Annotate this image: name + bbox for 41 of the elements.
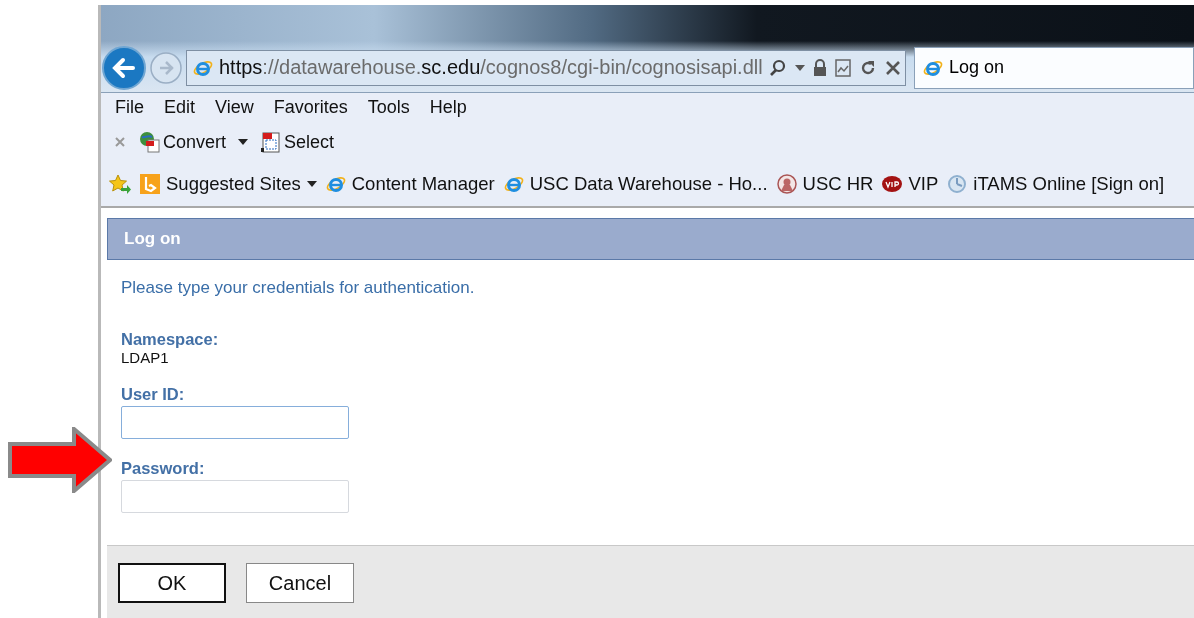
seal-icon xyxy=(776,173,797,194)
browser-tab[interactable]: Log on xyxy=(914,46,1194,89)
favorites-link[interactable]: Content Manager xyxy=(325,172,495,195)
globe-pdf-icon xyxy=(139,131,161,153)
menu-item[interactable]: View xyxy=(215,97,254,123)
lock-icon[interactable] xyxy=(812,58,827,77)
menu-item[interactable]: Tools xyxy=(367,97,410,123)
close-icon[interactable] xyxy=(884,59,901,76)
favorites-link[interactable]: USC Data Warehouse - Ho... xyxy=(503,172,768,195)
input-field[interactable] xyxy=(121,406,349,439)
address-bar[interactable]: https://datawarehouse.sc.edu/cognos8/cgi-bin/cognosisapi.dll xyxy=(186,49,906,86)
menu-item[interactable]: Favorites xyxy=(273,97,348,123)
menu-item[interactable]: Edit xyxy=(164,97,196,123)
menu-item[interactable]: Help xyxy=(429,97,467,123)
clock-icon xyxy=(947,173,968,194)
dialog-button[interactable]: OK xyxy=(118,563,226,603)
caret-icon[interactable] xyxy=(794,64,805,71)
namespace-value: LDAP1 xyxy=(121,350,170,366)
input-field[interactable] xyxy=(121,480,349,513)
favorites-link[interactable]: USC HR xyxy=(776,172,874,195)
favorites-link[interactable]: Suggested Sites xyxy=(140,172,317,195)
caret-icon[interactable] xyxy=(238,139,249,145)
instructions-text: Please type your credentials for authentication. xyxy=(121,279,476,297)
field-label: Namespace: xyxy=(121,330,220,348)
vip-logo-icon xyxy=(882,173,903,194)
back-button[interactable] xyxy=(102,45,146,90)
toolbar-button[interactable]: Convert xyxy=(139,131,227,153)
toolbar-button[interactable]: Select xyxy=(260,131,335,153)
field-label: Password: xyxy=(121,459,206,477)
dialog-button[interactable]: Cancel xyxy=(246,563,354,603)
favorites-star-icon[interactable] xyxy=(109,173,131,194)
field-label: User ID: xyxy=(121,385,186,403)
search-icon[interactable] xyxy=(768,58,787,77)
dialog-title: Log on xyxy=(124,229,181,249)
pdf-select-icon xyxy=(260,131,283,153)
compatibility-icon[interactable] xyxy=(834,58,851,77)
bing-logo-icon xyxy=(140,173,160,194)
menu-item[interactable]: File xyxy=(115,97,144,123)
favorites-link[interactable]: VIP xyxy=(882,172,939,195)
arrow-icon xyxy=(8,427,112,493)
favorites-link[interactable]: iTAMS Online [Sign on] xyxy=(947,172,1165,195)
